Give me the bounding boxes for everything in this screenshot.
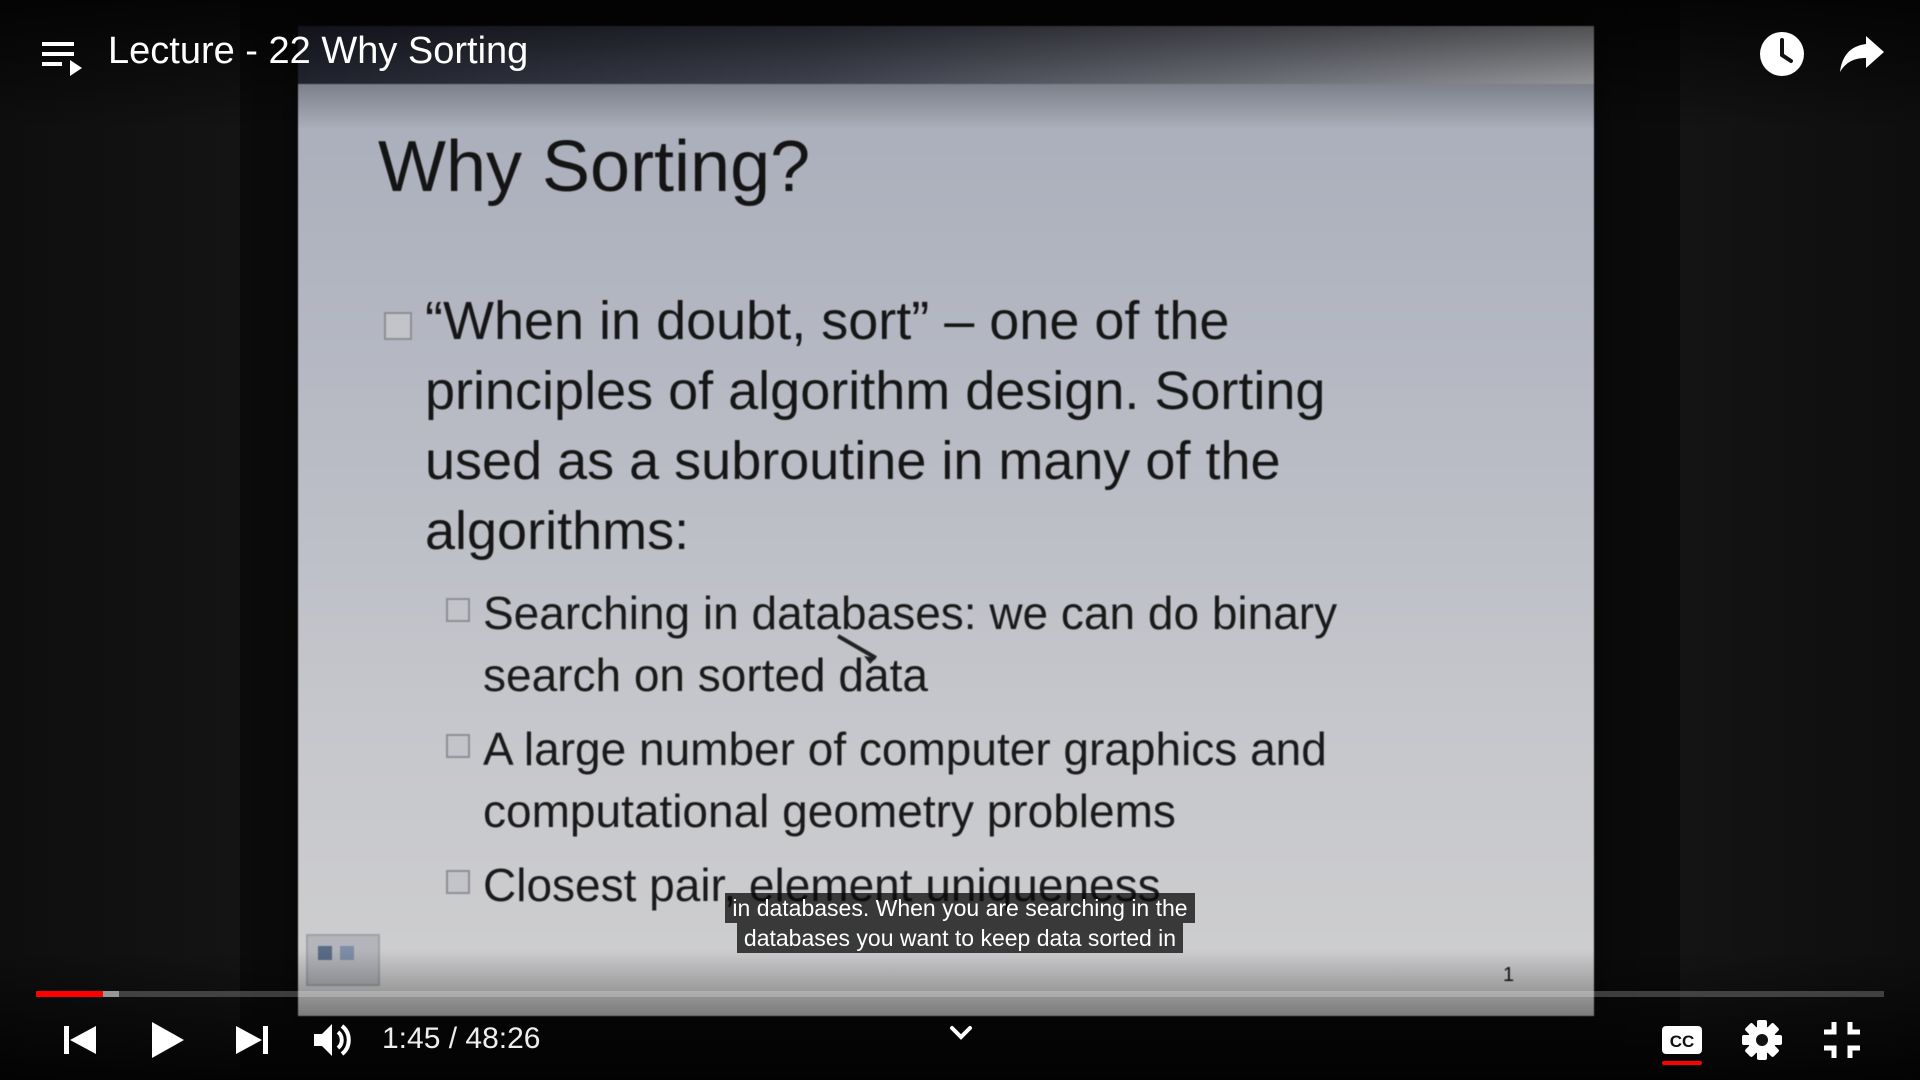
- slide-sub-bullet: Searching in databases: we can do binary…: [483, 587, 1338, 701]
- bottom-overlay: [0, 950, 1920, 1080]
- clock-icon[interactable]: [1758, 30, 1806, 78]
- caption-line: databases you want to keep data sorted i…: [736, 923, 1184, 953]
- slide-bullet: “When in doubt, sort” – one of the princ…: [425, 291, 1326, 561]
- skip-previous-icon[interactable]: [56, 1016, 104, 1064]
- bullet-marker: [384, 312, 412, 340]
- playlist-icon[interactable]: [40, 36, 84, 80]
- sub-bullet-marker: [446, 598, 470, 622]
- chevron-down-icon[interactable]: [944, 1022, 978, 1046]
- caption-line: in databases. When you are searching in …: [725, 893, 1195, 923]
- sub-bullet-marker: [446, 870, 470, 894]
- svg-text:CC: CC: [1670, 1032, 1695, 1051]
- volume-icon[interactable]: [308, 1016, 356, 1064]
- skip-next-icon[interactable]: [228, 1016, 276, 1064]
- cc-icon[interactable]: CC: [1658, 1016, 1706, 1064]
- slide-heading: Why Sorting?: [378, 127, 811, 207]
- captions-active-indicator: [1662, 1061, 1702, 1065]
- video-title[interactable]: Lecture - 22 Why Sorting: [108, 30, 528, 73]
- exit-fullscreen-icon[interactable]: [1818, 1016, 1866, 1064]
- share-icon[interactable]: [1838, 32, 1886, 76]
- progress-played: [36, 991, 103, 997]
- gear-icon[interactable]: [1738, 1016, 1786, 1064]
- progress-bar[interactable]: [36, 991, 1884, 997]
- time-display: 1:45 / 48:26: [382, 1022, 541, 1055]
- sub-bullet-marker: [446, 734, 470, 758]
- captions-window: in databases. When you are searching in …: [0, 893, 1920, 953]
- lecture-slide: Why Sorting? “When in doubt, sort” – one…: [298, 26, 1594, 1016]
- mouse-cursor-icon: [836, 634, 878, 664]
- play-icon[interactable]: [142, 1016, 190, 1064]
- slide-sub-bullet: A large number of computer graphics and …: [483, 723, 1327, 837]
